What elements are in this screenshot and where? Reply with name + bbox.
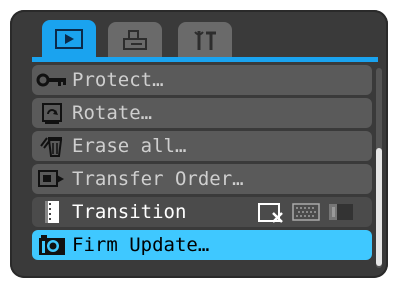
- menu-item-label: Protect…: [72, 69, 164, 91]
- menu-item-firm-update[interactable]: Firm Update…: [32, 230, 372, 260]
- tab-playback[interactable]: [42, 20, 96, 58]
- menu-item-label: Rotate…: [72, 102, 153, 124]
- transfer-icon: [32, 164, 72, 194]
- tab-underline: [32, 57, 378, 62]
- menu-item-label: Transition: [72, 201, 187, 223]
- tab-bar: [10, 10, 388, 62]
- scrollbar[interactable]: [376, 68, 382, 268]
- menu-item-label: Transfer Order…: [72, 168, 244, 190]
- tab-setup[interactable]: [178, 22, 232, 58]
- transition-options: [258, 201, 354, 223]
- key-icon: [32, 65, 72, 95]
- camera-menu-screen: Protect… Rotate… Erase all… Transfer Ord…: [10, 10, 388, 278]
- setup-icon: [194, 31, 216, 50]
- menu-list: Protect… Rotate… Erase all… Transfer Ord…: [32, 65, 372, 263]
- rotate-icon: [32, 98, 72, 128]
- fade-x-icon[interactable]: [258, 201, 284, 223]
- menu-item-transfer-order[interactable]: Transfer Order…: [32, 164, 372, 194]
- menu-item-transition[interactable]: Transition: [32, 197, 372, 227]
- camera-icon: [32, 230, 72, 260]
- menu-item-protect[interactable]: Protect…: [32, 65, 372, 95]
- menu-item-label: Erase all…: [72, 135, 187, 157]
- transition-icon: [32, 197, 72, 227]
- trash-icon: [32, 131, 72, 161]
- tab-print[interactable]: [108, 22, 162, 58]
- slide-icon[interactable]: [328, 203, 354, 221]
- menu-item-erase-all[interactable]: Erase all…: [32, 131, 372, 161]
- dissolve-icon[interactable]: [292, 203, 320, 221]
- menu-item-label: Firm Update…: [72, 234, 210, 256]
- play-icon: [55, 29, 83, 49]
- menu-item-rotate[interactable]: Rotate…: [32, 98, 372, 128]
- print-icon: [123, 30, 147, 50]
- scrollbar-thumb[interactable]: [376, 148, 382, 266]
